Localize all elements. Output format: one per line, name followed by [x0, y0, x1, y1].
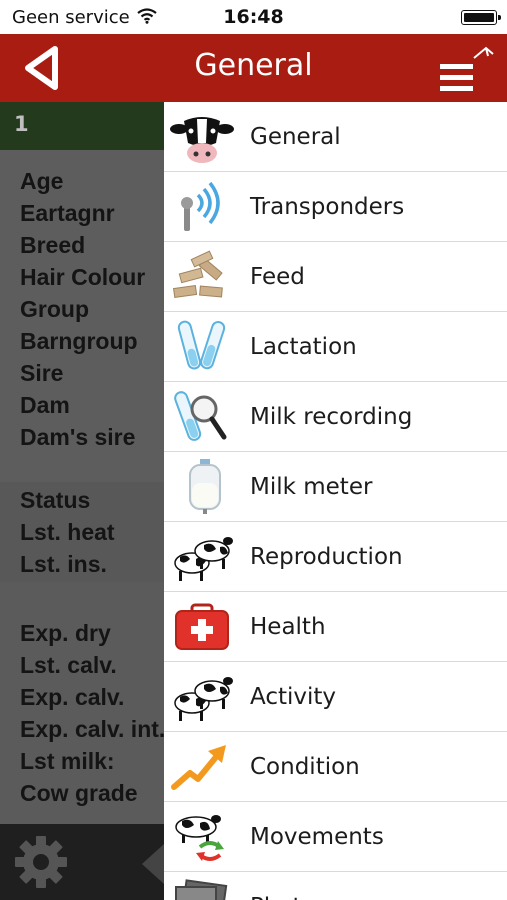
milk-meter-icon: [189, 459, 221, 514]
field-label-barngroup: Barngroup: [20, 328, 138, 354]
collapse-panel-arrow[interactable]: [142, 844, 164, 884]
field-label-last-ins: Lst. ins.: [20, 551, 107, 577]
menu-item-transponders[interactable]: Transponders: [164, 172, 507, 242]
test-tubes-icon: [177, 320, 226, 370]
feed-icon: [172, 250, 223, 299]
clock-time: 16:48: [223, 6, 284, 28]
app-header: General: [0, 34, 507, 102]
field-label-eartagnr: Eartagnr: [20, 200, 115, 226]
animal-id: 1: [14, 112, 29, 136]
menu-item-reproduction[interactable]: Reproduction: [164, 522, 507, 592]
field-label-exp-calv: Exp. calv.: [20, 684, 125, 710]
field-group-status: Status Lst. heat Lst. ins.: [20, 484, 115, 580]
field-label-exp-calv-int: Exp. calv. int.: [20, 716, 164, 742]
menu-item-health[interactable]: Health: [164, 592, 507, 662]
menu-item-label: Transponders: [250, 194, 405, 220]
transponder-icon: [181, 181, 220, 231]
menu-item-milk-recording[interactable]: Milk recording: [164, 382, 507, 452]
field-label-dam: Dam: [20, 392, 70, 418]
field-label-last-heat: Lst. heat: [20, 519, 115, 545]
field-label-hair-colour: Hair Colour: [20, 264, 146, 290]
menu-item-label: Milk meter: [250, 474, 373, 500]
field-label-exp-dry: Exp. dry: [20, 620, 111, 646]
menu-item-condition[interactable]: Condition: [164, 732, 507, 802]
first-aid-kit-icon: [175, 603, 229, 650]
cow-head-icon: [170, 117, 234, 163]
animal-id-bar: 1: [0, 102, 164, 150]
menu-item-milk-meter[interactable]: Milk meter: [164, 452, 507, 522]
menu-item-label: Movements: [250, 824, 384, 850]
field-label-dams-sire: Dam's sire: [20, 424, 136, 450]
menu-item-label: Condition: [250, 754, 360, 780]
menu-item-movements[interactable]: Movements: [164, 802, 507, 872]
field-label-breed: Breed: [20, 232, 86, 258]
menu-item-photo[interactable]: Photo: [164, 872, 507, 900]
section-menu-list: General Transponders Feed Lactation Milk…: [164, 102, 507, 900]
menu-item-feed[interactable]: Feed: [164, 242, 507, 312]
menu-item-label: General: [250, 124, 341, 150]
field-group-general: Age Eartagnr Breed Hair Colour Group Bar…: [20, 165, 145, 453]
cow-movement-icon: [175, 815, 224, 861]
field-label-sire: Sire: [20, 360, 64, 386]
magnifier-tube-icon: [174, 391, 227, 441]
menu-item-label: Lactation: [250, 334, 357, 360]
field-group-calving: Exp. dry Lst. calv. Exp. calv. Exp. calv…: [20, 617, 164, 809]
menu-item-label: Feed: [250, 264, 305, 290]
field-label-last-milk: Lst milk:: [20, 748, 115, 774]
battery-icon: [461, 10, 501, 25]
field-label-group: Group: [20, 296, 89, 322]
menu-item-label: Health: [250, 614, 326, 640]
cows-icon: [174, 677, 233, 721]
field-label-last-calv: Lst. calv.: [20, 652, 117, 678]
cows-icon: [174, 537, 233, 581]
menu-item-label: Activity: [250, 684, 337, 710]
field-label-status: Status: [20, 487, 91, 513]
animal-detail-panel: 1 Age Eartagnr Breed Hair Colour Group B…: [0, 102, 164, 900]
menu-item-label: Reproduction: [250, 544, 403, 570]
page-title: General: [194, 48, 313, 83]
menu-item-general[interactable]: General: [164, 102, 507, 172]
menu-button[interactable]: [436, 42, 496, 98]
hamburger-menu-icon: [440, 46, 494, 91]
settings-gear-icon[interactable]: [12, 833, 70, 891]
field-label-age: Age: [20, 168, 64, 194]
trend-arrow-icon: [171, 745, 226, 790]
menu-item-label: Photo: [250, 872, 316, 900]
field-label-cow-grade: Cow grade: [20, 780, 138, 806]
photo-icon: [175, 879, 228, 900]
menu-item-label: Milk recording: [250, 404, 413, 430]
menu-item-activity[interactable]: Activity: [164, 662, 507, 732]
status-bar: Geen service 16:48: [0, 0, 507, 34]
menu-item-lactation[interactable]: Lactation: [164, 312, 507, 382]
